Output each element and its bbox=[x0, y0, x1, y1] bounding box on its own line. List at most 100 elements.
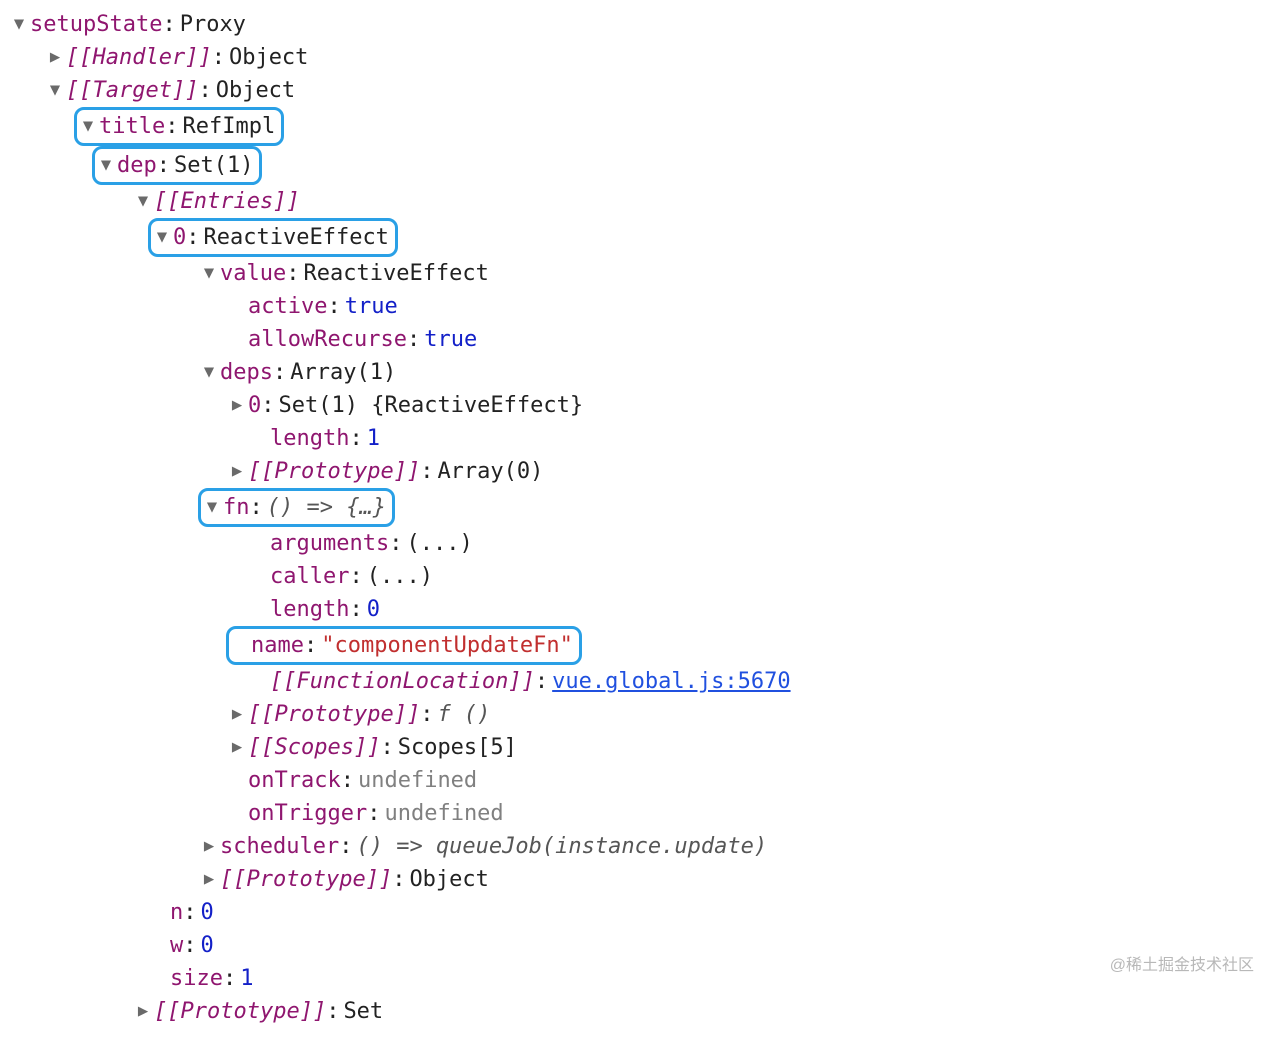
prop-value: ReactiveEffect bbox=[303, 257, 488, 290]
row-fn-proto[interactable]: [[Prototype]]: f () bbox=[10, 698, 1254, 731]
row-deps[interactable]: deps: Array(1) bbox=[10, 356, 1254, 389]
prop-key: length bbox=[270, 593, 349, 626]
row-ontrigger[interactable]: onTrigger: undefined bbox=[10, 797, 1254, 830]
chevron-right-icon[interactable] bbox=[228, 393, 246, 419]
prop-key: scheduler bbox=[220, 830, 339, 863]
chevron-right-icon[interactable] bbox=[200, 867, 218, 893]
prop-value: Object bbox=[409, 863, 488, 896]
row-fn-location[interactable]: [[FunctionLocation]]: vue.global.js:5670 bbox=[10, 665, 1254, 698]
chevron-right-icon[interactable] bbox=[228, 459, 246, 485]
row-deps-0[interactable]: 0: Set(1) {ReactiveEffect} bbox=[10, 389, 1254, 422]
chevron-right-icon[interactable] bbox=[200, 834, 218, 860]
prop-value: undefined bbox=[358, 764, 477, 797]
prop-key: arguments bbox=[270, 527, 389, 560]
prop-key: 0 bbox=[173, 221, 186, 254]
chevron-right-icon[interactable] bbox=[134, 999, 152, 1025]
highlight-title: title: RefImpl bbox=[74, 107, 284, 146]
highlight-fn-name: name: "componentUpdateFn" bbox=[226, 626, 582, 665]
chevron-down-icon[interactable] bbox=[200, 360, 218, 386]
chevron-down-icon[interactable] bbox=[46, 78, 64, 104]
prop-key: [[Target]] bbox=[66, 74, 198, 107]
row-value[interactable]: value: ReactiveEffect bbox=[10, 257, 1254, 290]
row-set-proto[interactable]: [[Prototype]]: Set bbox=[10, 995, 1254, 1028]
prop-key: [[Entries]] bbox=[154, 185, 300, 218]
prop-key: active bbox=[248, 290, 327, 323]
prop-value: Set(1) {ReactiveEffect} bbox=[279, 389, 584, 422]
prop-key: [[FunctionLocation]] bbox=[270, 665, 535, 698]
prop-key: [[Prototype]] bbox=[220, 863, 392, 896]
prop-key: deps bbox=[220, 356, 273, 389]
row-fn-name[interactable]: name: "componentUpdateFn" bbox=[10, 626, 1254, 665]
prop-value: Array(0) bbox=[437, 455, 543, 488]
prop-key: fn bbox=[223, 491, 250, 524]
highlight-fn: fn: () => {…} bbox=[198, 488, 395, 527]
row-ontrack[interactable]: onTrack: undefined bbox=[10, 764, 1254, 797]
prop-key: allowRecurse bbox=[248, 323, 407, 356]
prop-key: length bbox=[270, 422, 349, 455]
row-handler[interactable]: [[Handler]]: Object bbox=[10, 41, 1254, 74]
row-active[interactable]: active: true bbox=[10, 290, 1254, 323]
row-deps-proto[interactable]: [[Prototype]]: Array(0) bbox=[10, 455, 1254, 488]
prop-key: dep bbox=[117, 149, 157, 182]
prop-key: [[Handler]] bbox=[66, 41, 212, 74]
row-entries[interactable]: [[Entries]] bbox=[10, 185, 1254, 218]
highlight-entry0: 0: ReactiveEffect bbox=[148, 218, 398, 257]
row-size[interactable]: size: 1 bbox=[10, 962, 1254, 995]
chevron-down-icon[interactable] bbox=[97, 153, 115, 179]
prop-key: caller bbox=[270, 560, 349, 593]
prop-key: title bbox=[99, 110, 165, 143]
chevron-down-icon[interactable] bbox=[203, 495, 221, 521]
row-scheduler[interactable]: scheduler: () => queueJob(instance.updat… bbox=[10, 830, 1254, 863]
row-fn[interactable]: fn: () => {…} bbox=[10, 488, 1254, 527]
prop-key: onTrack bbox=[248, 764, 341, 797]
row-deps-length[interactable]: length: 1 bbox=[10, 422, 1254, 455]
prop-key: [[Prototype]] bbox=[154, 995, 326, 1028]
chevron-down-icon[interactable] bbox=[153, 225, 171, 251]
prop-key: [[Prototype]] bbox=[248, 698, 420, 731]
prop-value: Object bbox=[229, 41, 308, 74]
row-title[interactable]: title: RefImpl bbox=[10, 107, 1254, 146]
chevron-right-icon[interactable] bbox=[228, 735, 246, 761]
prop-value: () => {…} bbox=[267, 491, 386, 524]
prop-value: f () bbox=[437, 698, 490, 731]
row-dep[interactable]: dep: Set(1) bbox=[10, 146, 1254, 185]
row-target[interactable]: [[Target]]: Object bbox=[10, 74, 1254, 107]
row-w[interactable]: w: 0 bbox=[10, 929, 1254, 962]
row-setupstate[interactable]: setupState: Proxy bbox=[10, 8, 1254, 41]
prop-value: () => queueJob(instance.update) bbox=[356, 830, 767, 863]
chevron-down-icon[interactable] bbox=[10, 12, 28, 38]
row-n[interactable]: n: 0 bbox=[10, 896, 1254, 929]
prop-value: Set bbox=[343, 995, 383, 1028]
chevron-down-icon[interactable] bbox=[200, 261, 218, 287]
row-allowrecurse[interactable]: allowRecurse: true bbox=[10, 323, 1254, 356]
prop-value: Set(1) bbox=[174, 149, 253, 182]
row-entry-0[interactable]: 0: ReactiveEffect bbox=[10, 218, 1254, 257]
prop-value: Object bbox=[216, 74, 295, 107]
row-fn-length[interactable]: length: 0 bbox=[10, 593, 1254, 626]
prop-key: 0 bbox=[248, 389, 261, 422]
prop-value: Scopes[5] bbox=[398, 731, 517, 764]
source-link[interactable]: vue.global.js:5670 bbox=[552, 665, 790, 698]
prop-value: 0 bbox=[201, 929, 214, 962]
prop-value: 1 bbox=[240, 962, 253, 995]
highlight-dep: dep: Set(1) bbox=[92, 146, 262, 185]
prop-key: setupState bbox=[30, 8, 162, 41]
prop-key: name bbox=[251, 629, 304, 662]
watermark: @稀土掘金技术社区 bbox=[1110, 954, 1254, 978]
prop-value: 0 bbox=[367, 593, 380, 626]
prop-value: true bbox=[424, 323, 477, 356]
prop-value: undefined bbox=[384, 797, 503, 830]
prop-value: Proxy bbox=[180, 8, 246, 41]
row-fn-caller[interactable]: caller: (...) bbox=[10, 560, 1254, 593]
chevron-right-icon[interactable] bbox=[46, 45, 64, 71]
chevron-down-icon[interactable] bbox=[79, 114, 97, 140]
chevron-right-icon[interactable] bbox=[228, 702, 246, 728]
row-fn-scopes[interactable]: [[Scopes]]: Scopes[5] bbox=[10, 731, 1254, 764]
row-effect-proto[interactable]: [[Prototype]]: Object bbox=[10, 863, 1254, 896]
chevron-down-icon[interactable] bbox=[134, 189, 152, 215]
prop-key: w bbox=[170, 929, 183, 962]
prop-value: Array(1) bbox=[290, 356, 396, 389]
prop-key: n bbox=[170, 896, 183, 929]
row-fn-arguments[interactable]: arguments: (...) bbox=[10, 527, 1254, 560]
prop-value: 1 bbox=[367, 422, 380, 455]
